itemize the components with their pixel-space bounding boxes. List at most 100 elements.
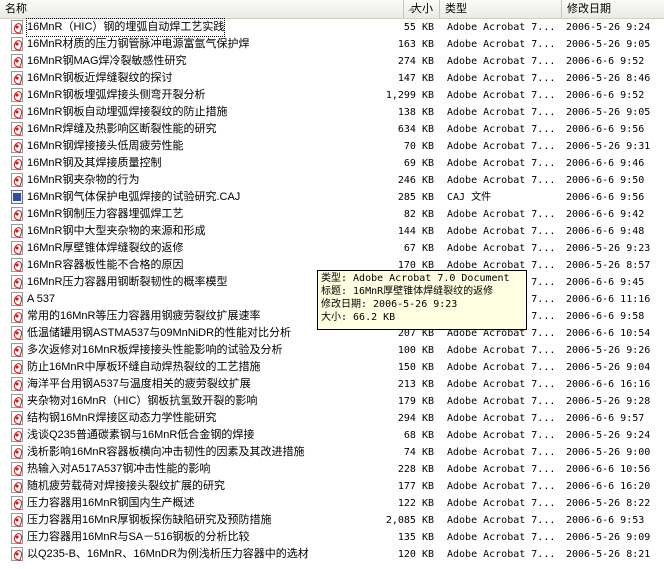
file-row[interactable]: 16MnR钢及其焊接质量控制 69 KB Adobe Acrobat 7... 200…: [0, 155, 664, 172]
pdf-icon: [11, 326, 23, 340]
file-type: Adobe Acrobat 7...: [447, 158, 556, 169]
file-row[interactable]: 16MnR钢夹杂物的行为 246 KB Adobe Acrobat 7... 2006…: [0, 172, 664, 189]
file-row[interactable]: 压力容器用16MnR钢国内生产概述 122 KB Adobe Acrobat 7..…: [0, 495, 664, 512]
file-type: Adobe Acrobat 7...: [447, 243, 556, 254]
pdf-icon: [11, 37, 23, 51]
file-row[interactable]: 16MnR钢板自动埋弧焊接裂纹的防止措施 138 KB Adobe Acrobat …: [0, 104, 664, 121]
file-date: 2006-5-26 9:00: [566, 447, 651, 458]
file-row[interactable]: 热输入对A517A537钢冲击性能的影响 228 KB Adobe Acrobat …: [0, 461, 664, 478]
file-type: Adobe Acrobat 7...: [447, 124, 556, 135]
file-date: 2006-5-26 8:21: [566, 549, 651, 560]
file-name: 以Q235-B、16MnR、16MnDR为例浅析压力容器中的选材: [27, 548, 309, 560]
pdf-icon: [11, 479, 23, 493]
file-row[interactable]: 压力容器用16MnR厚钢板探伤缺陷研究及预防措施 2,085 KB Adobe Ac…: [0, 512, 664, 529]
column-header-size[interactable]: 大小: [404, 0, 440, 18]
file-row[interactable]: 16MnR钢MAG焊冷裂敏感性研究 274 KB Adobe Acrobat 7..…: [0, 53, 664, 70]
pdf-icon: [11, 207, 23, 221]
tooltip-type: 类型: Adobe Acrobat 7.0 Document: [321, 273, 510, 284]
file-row[interactable]: 防止16MnR中厚板环缝自动焊热裂纹的工艺措施 150 KB Adobe Acrob…: [0, 359, 664, 376]
file-row[interactable]: 夹杂物对16MnR（HIC）钢板抗氢致开裂的影响 179 KB Adobe Acro…: [0, 393, 664, 410]
file-date: 2006-6-6 9:56: [566, 124, 645, 135]
pdf-icon: [11, 156, 23, 170]
file-type: Adobe Acrobat 7...: [447, 107, 556, 118]
file-size: 69 KB: [403, 158, 434, 169]
file-name: 16MnR钢制压力容器埋弧焊工艺: [27, 208, 184, 220]
file-size: 177 KB: [397, 481, 434, 492]
tooltip-date: 修改日期: 2006-5-26 9:23: [321, 299, 458, 310]
file-row[interactable]: 以Q235-B、16MnR、16MnDR为例浅析压力容器中的选材 120 KB Ad…: [0, 546, 664, 563]
pdf-icon: [11, 54, 23, 68]
file-date: 2006-5-26 9:05: [566, 39, 651, 50]
file-size: 120 KB: [397, 549, 434, 560]
file-date: 2006-6-6 9:57: [566, 413, 645, 424]
file-row[interactable]: 浅析影响16MnR容器板横向冲击韧性的因素及其改进措施 74 KB Adobe Ac…: [0, 444, 664, 461]
column-type-label: 类型: [445, 2, 467, 15]
file-date: 2006-5-26 9:31: [566, 141, 651, 152]
file-name: 压力容器用16MnR与SA－516钢板的分析比较: [27, 531, 250, 543]
pdf-icon: [11, 224, 23, 238]
file-type: Adobe Acrobat 7...: [447, 430, 556, 441]
file-name: 结构钢16MnR焊接区动态力学性能研究: [27, 412, 217, 424]
file-row[interactable]: 16MnR（HIC）钢的埋弧自动焊工艺实践 55 KB Adobe Acrobat …: [0, 18, 664, 37]
pdf-icon: [11, 360, 23, 374]
pdf-icon: [11, 428, 23, 442]
tooltip-title: 标题: 16MnR厚壁锥体焊缝裂纹的返修: [321, 286, 494, 297]
pdf-icon: [11, 292, 23, 306]
file-type: Adobe Acrobat 7...: [447, 39, 556, 50]
file-row[interactable]: 16MnR焊缝及热影响区断裂性能的研究 634 KB Adobe Acrobat 7…: [0, 121, 664, 138]
file-size: 122 KB: [397, 498, 434, 509]
file-name: 16MnR钢焊接接头低周疲劳性能: [27, 140, 184, 152]
pdf-icon: [11, 241, 23, 255]
file-type: Adobe Acrobat 7...: [447, 481, 556, 492]
column-header-date[interactable]: 修改日期: [562, 0, 664, 18]
file-date: 2006-6-6 9:58: [566, 311, 645, 322]
file-date: 2006-6-6 9:50: [566, 175, 645, 186]
file-name: 16MnR厚壁锥体焊缝裂纹的返修: [27, 242, 184, 254]
column-header-type[interactable]: 类型: [440, 0, 562, 18]
file-date: 2006-6-6 9:52: [566, 56, 645, 67]
file-row[interactable]: 16MnR厚壁锥体焊缝裂纹的返修 67 KB Adobe Acrobat 7... 2…: [0, 240, 664, 257]
file-name: 16MnR材质的压力钢管脉冲电源富氩气保护焊: [27, 38, 250, 50]
pdf-icon: [11, 71, 23, 85]
file-type: CAJ 文件: [447, 192, 492, 203]
file-row[interactable]: 压力容器用16MnR与SA－516钢板的分析比较 135 KB Adobe Acro…: [0, 529, 664, 546]
pdf-icon: [11, 122, 23, 136]
file-row[interactable]: 16MnR钢中大型夹杂物的来源和形成 144 KB Adobe Acrobat 7.…: [0, 223, 664, 240]
pdf-icon: [11, 394, 23, 408]
file-name: 防止16MnR中厚板环缝自动焊热裂纹的工艺措施: [27, 361, 261, 373]
file-date: 2006-6-6 9:48: [566, 226, 645, 237]
file-row[interactable]: 随机疲劳载荷对焊接接头裂纹扩展的研究 177 KB Adobe Acrobat 7.…: [0, 478, 664, 495]
file-row[interactable]: 16MnR钢气体保护电弧焊接的试验研究.CAJ 285 KB CAJ 文件 2006-…: [0, 189, 664, 206]
pdf-icon: [11, 462, 23, 476]
file-row[interactable]: 16MnR钢板埋弧焊接头侧弯开裂分析 1,299 KB Adobe Acrobat …: [0, 87, 664, 104]
file-row[interactable]: 16MnR钢焊接接头低周疲劳性能 70 KB Adobe Acrobat 7... 2…: [0, 138, 664, 155]
pdf-icon: [11, 275, 23, 289]
file-name: 16MnR钢板近焊缝裂纹的探讨: [27, 72, 173, 84]
pdf-icon: [11, 88, 23, 102]
file-row[interactable]: 多次返修对16MnR板焊接接头性能影响的试验及分析 100 KB Adobe Acr…: [0, 342, 664, 359]
file-size: 179 KB: [397, 396, 434, 407]
file-date: 2006-6-6 9:56: [566, 192, 645, 203]
column-header-name[interactable]: 名称: [0, 0, 404, 18]
file-type: Adobe Acrobat 7...: [447, 515, 556, 526]
file-type: Adobe Acrobat 7...: [447, 175, 556, 186]
file-date: 2006-5-26 8:22: [566, 498, 651, 509]
pdf-icon: [11, 411, 23, 425]
file-row[interactable]: 结构钢16MnR焊接区动态力学性能研究 294 KB Adobe Acrobat 7…: [0, 410, 664, 427]
file-date: 2006-5-26 9:05: [566, 107, 651, 118]
file-size: 1,299 KB: [385, 90, 434, 101]
pdf-icon: [11, 445, 23, 459]
file-size: 634 KB: [397, 124, 434, 135]
file-type: Adobe Acrobat 7...: [447, 345, 556, 356]
file-row[interactable]: 浅谈Q235普通碳素钢与16MnR低合金钢的焊接 68 KB Adobe Acrob…: [0, 427, 664, 444]
file-row[interactable]: 海洋平台用钢A537与温度相关的疲劳裂纹扩展 213 KB Adobe Acroba…: [0, 376, 664, 393]
file-type: Adobe Acrobat 7...: [447, 22, 556, 33]
file-name: 夹杂物对16MnR（HIC）钢板抗氢致开裂的影响: [27, 395, 258, 407]
file-row[interactable]: 16MnR钢制压力容器埋弧焊工艺 82 KB Adobe Acrobat 7... 2…: [0, 206, 664, 223]
file-name: 16MnR钢及其焊接质量控制: [27, 157, 162, 169]
file-size: 285 KB: [397, 192, 434, 203]
file-size: 150 KB: [397, 362, 434, 373]
file-row[interactable]: 16MnR材质的压力钢管脉冲电源富氩气保护焊 163 KB Adobe Acroba…: [0, 36, 664, 53]
file-row[interactable]: 16MnR钢板近焊缝裂纹的探讨 147 KB Adobe Acrobat 7... 2…: [0, 70, 664, 87]
pdf-icon: [11, 309, 23, 323]
